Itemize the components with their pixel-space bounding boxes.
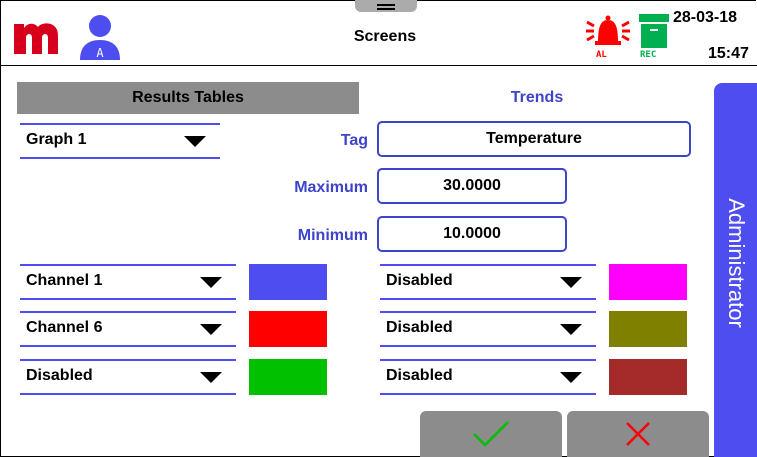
channel-select-value: Channel 1 bbox=[26, 272, 103, 289]
cancel-button[interactable] bbox=[567, 411, 709, 457]
chevron-down-icon bbox=[200, 324, 222, 335]
color-swatch-left-3[interactable] bbox=[249, 359, 327, 395]
record-label: REC bbox=[640, 50, 657, 60]
channel-select-value: Disabled bbox=[26, 367, 93, 384]
graph-select-value: Graph 1 bbox=[26, 131, 87, 148]
chevron-down-icon bbox=[560, 324, 582, 335]
administrator-label: Administrator bbox=[723, 198, 749, 328]
channel-select-value: Disabled bbox=[386, 272, 453, 289]
user-admin-icon[interactable]: A bbox=[76, 12, 124, 62]
graph-select[interactable]: Graph 1 bbox=[20, 123, 220, 159]
page-title: Screens bbox=[353, 28, 417, 45]
m-logo-icon bbox=[12, 18, 62, 56]
date-display: 28-03-18 bbox=[673, 9, 738, 26]
tag-label: Tag bbox=[340, 132, 368, 149]
channel-select-value: Channel 6 bbox=[26, 319, 103, 336]
channel-select-left-2[interactable]: Channel 6 bbox=[20, 311, 236, 347]
alarm-bell-icon[interactable] bbox=[585, 12, 631, 62]
channel-select-value: Disabled bbox=[386, 367, 453, 384]
maximum-label: Maximum bbox=[294, 179, 368, 196]
chevron-down-icon bbox=[184, 136, 206, 147]
time-display: 15:47 bbox=[708, 45, 749, 62]
header-divider bbox=[0, 65, 757, 66]
channel-select-left-3[interactable]: Disabled bbox=[20, 359, 236, 395]
channel-select-right-1[interactable]: Disabled bbox=[380, 264, 596, 300]
pull-down-handle[interactable] bbox=[355, 0, 417, 12]
close-icon bbox=[626, 422, 650, 446]
color-swatch-left-1[interactable] bbox=[249, 264, 327, 300]
minimum-label: Minimum bbox=[297, 227, 368, 244]
check-icon bbox=[473, 421, 509, 447]
channel-select-value: Disabled bbox=[386, 319, 453, 336]
alarm-label: AL bbox=[596, 50, 607, 60]
minimum-field[interactable]: 10.0000 bbox=[377, 216, 567, 252]
color-swatch-right-2[interactable] bbox=[609, 311, 687, 347]
tab-trends[interactable]: Trends bbox=[360, 82, 714, 114]
chevron-down-icon bbox=[200, 372, 222, 383]
color-swatch-right-1[interactable] bbox=[609, 264, 687, 300]
administrator-sidebar[interactable]: Administrator bbox=[714, 83, 757, 457]
confirm-button[interactable] bbox=[420, 411, 562, 457]
tag-field[interactable]: Temperature bbox=[377, 121, 691, 157]
svg-text:A: A bbox=[96, 46, 104, 60]
chevron-down-icon bbox=[560, 372, 582, 383]
channel-select-right-2[interactable]: Disabled bbox=[380, 311, 596, 347]
chevron-down-icon bbox=[560, 277, 582, 288]
color-swatch-left-2[interactable] bbox=[249, 311, 327, 347]
channel-select-right-3[interactable]: Disabled bbox=[380, 359, 596, 395]
color-swatch-right-3[interactable] bbox=[609, 359, 687, 395]
channel-select-left-1[interactable]: Channel 1 bbox=[20, 264, 236, 300]
tab-results-tables[interactable]: Results Tables bbox=[17, 82, 359, 114]
chevron-down-icon bbox=[200, 277, 222, 288]
maximum-field[interactable]: 30.0000 bbox=[377, 168, 567, 204]
